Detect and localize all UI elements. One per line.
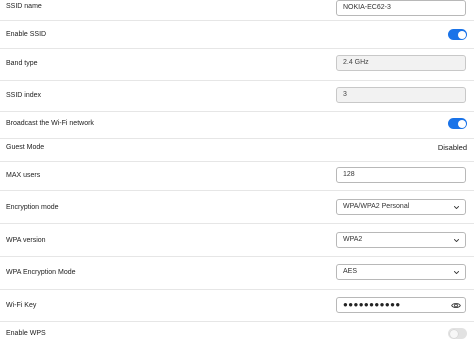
wpa-encryption-mode-select[interactable]: AES [336, 264, 466, 280]
toggle-knob [449, 329, 458, 338]
row-max-users: MAX users 128 [0, 162, 474, 190]
wpa-version-label: WPA version [6, 237, 46, 244]
band-type-field: 2.4 GHz [336, 55, 466, 71]
guest-mode-status: Disabled [437, 143, 467, 152]
toggle-knob [457, 119, 466, 128]
wifi-key-input[interactable]: ●●●●●●●●●●● [336, 297, 466, 313]
encryption-mode-select[interactable]: WPA/WPA2 Personal [336, 199, 466, 215]
band-type-label: Band type [6, 60, 38, 67]
wpa-encryption-mode-value: AES [343, 268, 358, 275]
row-encryption-mode: Encryption mode WPA/WPA2 Personal [0, 191, 474, 223]
max-users-label: MAX users [6, 172, 41, 179]
row-guest-mode: Guest Mode Disabled [0, 139, 474, 161]
encryption-mode-value: WPA/WPA2 Personal [343, 203, 410, 210]
chevron-down-icon [453, 238, 460, 243]
enable-ssid-label: Enable SSID [6, 31, 47, 38]
toggle-knob [457, 30, 466, 39]
row-ssid-index: SSID index 3 [0, 81, 474, 111]
wpa-encryption-mode-label: WPA Encryption Mode [6, 269, 76, 276]
broadcast-label: Broadcast the Wi-Fi network [6, 120, 94, 127]
row-broadcast: Broadcast the Wi-Fi network [0, 112, 474, 138]
wifi-key-value: ●●●●●●●●●●● [343, 300, 401, 309]
max-users-input[interactable]: 128 [336, 167, 466, 183]
row-wifi-key: Wi-Fi Key ●●●●●●●●●●● [0, 290, 474, 321]
row-enable-ssid: Enable SSID [0, 21, 474, 48]
enable-ssid-toggle[interactable] [448, 29, 467, 40]
row-enable-wps: Enable WPS [0, 322, 474, 346]
wpa-version-value: WPA2 [343, 236, 363, 243]
chevron-down-icon [453, 205, 460, 210]
ssid-index-label: SSID index [6, 92, 42, 99]
wpa-version-select[interactable]: WPA2 [336, 232, 466, 248]
ssid-name-label: SSID name [6, 3, 42, 10]
guest-mode-label: Guest Mode [6, 144, 45, 151]
broadcast-toggle[interactable] [448, 118, 467, 129]
wifi-key-label: Wi-Fi Key [6, 302, 37, 309]
enable-wps-label: Enable WPS [6, 330, 46, 337]
ssid-name-input[interactable]: NOKIA-EC62-3 [336, 0, 466, 16]
enable-wps-toggle[interactable] [448, 328, 467, 339]
row-wpa-encryption-mode: WPA Encryption Mode AES [0, 257, 474, 289]
encryption-mode-label: Encryption mode [6, 204, 59, 211]
row-band-type: Band type 2.4 GHz [0, 49, 474, 79]
eye-icon[interactable] [451, 301, 461, 310]
row-wpa-version: WPA version WPA2 [0, 224, 474, 256]
row-ssid-name: SSID name NOKIA-EC62-3 [0, 0, 474, 18]
chevron-down-icon [453, 270, 460, 275]
ssid-index-field: 3 [336, 87, 466, 103]
